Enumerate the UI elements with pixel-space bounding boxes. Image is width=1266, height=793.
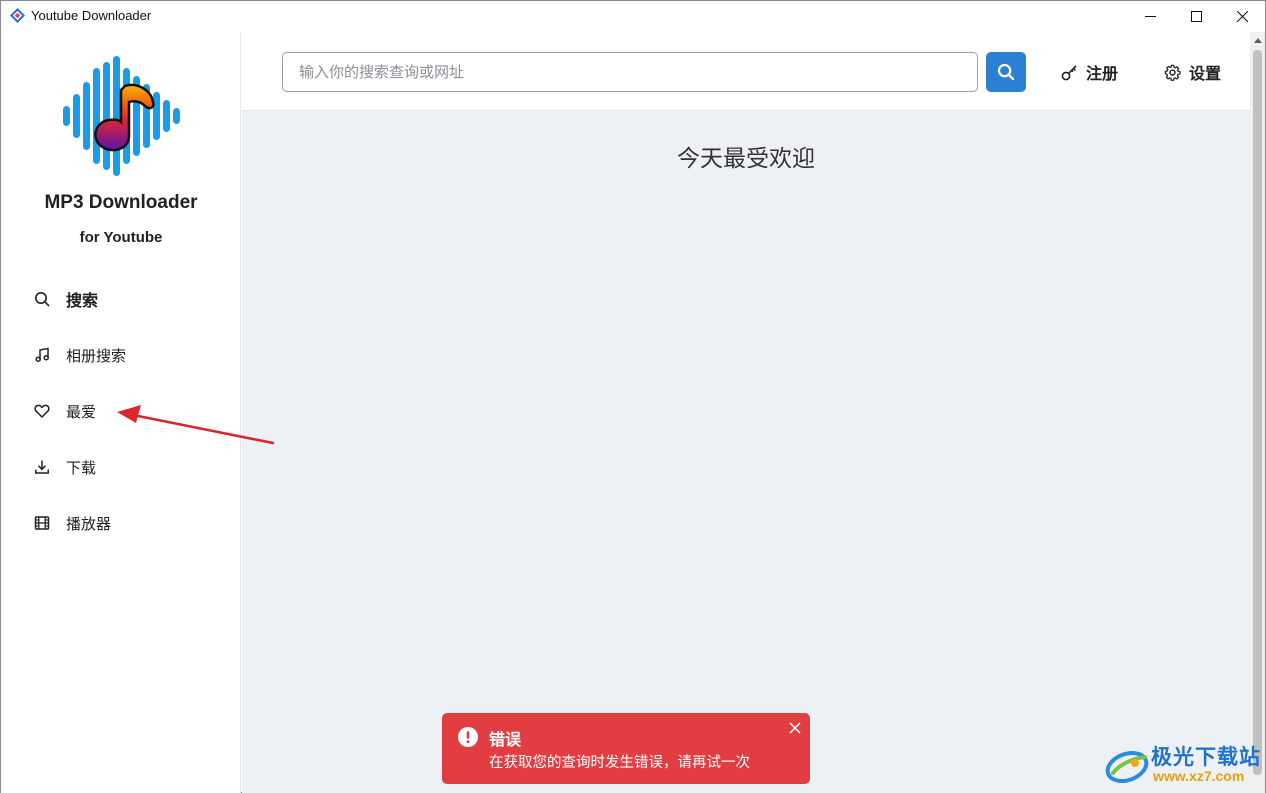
error-toast: 错误 在获取您的查询时发生错误，请再试一次 [442,713,810,784]
app-logo-icon [10,8,25,23]
maximize-button[interactable] [1173,1,1219,32]
search-input[interactable] [282,52,978,92]
key-icon [1061,64,1077,80]
scroll-up-button[interactable] [1250,32,1265,49]
app-window: Youtube Downloader MP3 Downloader for Yo… [0,0,1266,793]
watermark-logo-icon [1105,750,1149,784]
window-title: Youtube Downloader [31,8,152,23]
music-note-icon [33,346,51,364]
brand-title: MP3 Downloader [44,192,198,213]
close-toast-button[interactable] [788,721,802,735]
register-button[interactable]: 注册 [1061,60,1118,84]
gear-icon [1164,64,1181,81]
sidebar-item-search[interactable]: 搜索 [1,279,241,319]
vertical-scrollbar[interactable] [1250,32,1265,793]
toast-title: 错误 [489,730,522,749]
search-icon [33,290,51,308]
register-label: 注册 [1086,64,1119,83]
page-title: 今天最受欢迎 [677,146,815,172]
sidebar-item-downloads[interactable]: 下载 [1,447,241,487]
heart-icon [33,402,51,420]
settings-label: 设置 [1189,64,1222,83]
film-icon [33,514,51,532]
mp3-downloader-logo [63,56,180,176]
sidebar-item-label: 搜索 [66,291,99,310]
minimize-button[interactable] [1127,1,1173,32]
top-bar: 注册 设置 [242,32,1250,111]
minimize-icon [1144,16,1156,17]
download-icon [33,458,51,476]
maximize-icon [1190,11,1202,22]
search-icon [997,63,1015,81]
close-window-button[interactable] [1219,1,1265,32]
sidebar-item-label: 最爱 [66,402,97,421]
watermark-url: www.xz7.com [1153,768,1245,784]
settings-button[interactable]: 设置 [1164,60,1221,84]
alert-icon [458,727,478,747]
toast-message: 在获取您的查询时发生错误，请再试一次 [489,755,750,771]
title-bar: Youtube Downloader [1,1,1265,32]
annotation-arrow [117,405,275,445]
close-icon [1236,11,1248,22]
sidebar-item-label: 下载 [66,458,97,477]
sidebar-item-player[interactable]: 播放器 [1,503,241,543]
scroll-thumb[interactable] [1253,50,1262,775]
sidebar-item-label: 播放器 [66,514,112,533]
chevron-up-icon [1253,38,1262,43]
brand-subtitle: for Youtube [79,229,163,246]
watermark-text: 极光下载站 [1151,745,1261,769]
main-content: 注册 设置 今天最受欢迎 [242,32,1250,793]
watermark: 极光下载站 www.xz7.com [1105,739,1263,791]
search-button[interactable] [986,52,1026,92]
sidebar-item-album-search[interactable]: 相册搜索 [1,335,241,375]
sidebar-item-label: 相册搜索 [66,346,127,365]
